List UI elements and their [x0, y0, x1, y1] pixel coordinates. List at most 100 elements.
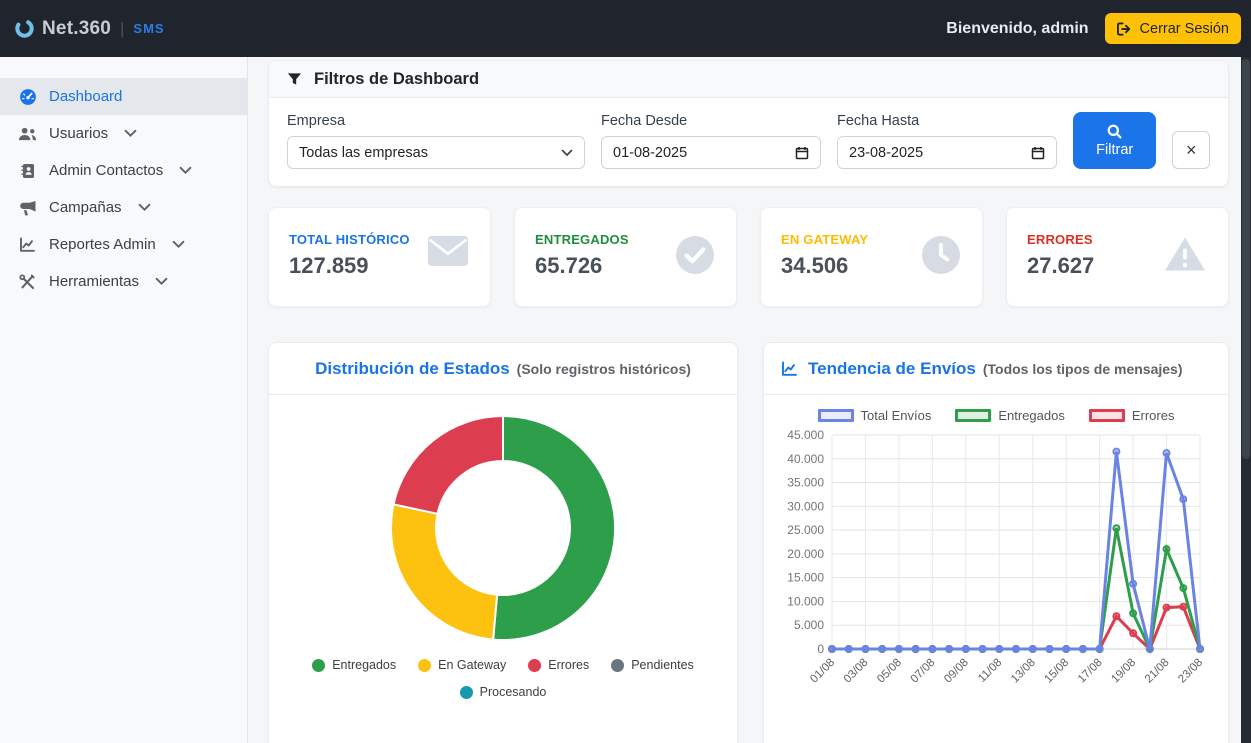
trend-point[interactable] [1130, 581, 1136, 587]
trend-point[interactable] [1080, 646, 1086, 652]
trend-point[interactable] [1063, 646, 1069, 652]
sidebar-item-dashboard[interactable]: Dashboard [0, 78, 247, 115]
send-trend-title: Tendencia de Envíos [808, 359, 976, 379]
stat-value: 65.726 [535, 253, 629, 279]
legend-item-procesando[interactable]: Procesando [460, 685, 547, 699]
legend-item-total-envios[interactable]: Total Envíos [818, 408, 932, 423]
stat-card-entregados: ENTREGADOS 65.726 [514, 207, 737, 307]
address-book-icon [18, 163, 37, 179]
trend-point[interactable] [862, 646, 868, 652]
stat-value: 127.859 [289, 253, 410, 279]
fecha-hasta-input[interactable]: 23-08-2025 [837, 136, 1057, 169]
trend-point[interactable] [1130, 610, 1136, 616]
fecha-desde-label: Fecha Desde [601, 113, 821, 129]
trend-point[interactable] [1046, 646, 1052, 652]
trend-point[interactable] [829, 646, 835, 652]
trend-point[interactable] [896, 646, 902, 652]
brand[interactable]: Net.360 | SMS [14, 18, 165, 40]
trend-point[interactable] [1013, 646, 1019, 652]
chart-line-icon [781, 361, 798, 377]
trend-point[interactable] [1180, 604, 1186, 610]
trend-point[interactable] [1197, 646, 1203, 652]
brand-name: Net.360 [42, 18, 111, 40]
donut-slice-errores[interactable] [394, 416, 503, 514]
donut-legend: Entregados En Gateway Errores Pendientes… [269, 658, 737, 699]
trend-point[interactable] [963, 646, 969, 652]
sidebar-item-herramientas[interactable]: Herramientas [0, 263, 247, 300]
sidebar-item-usuarios[interactable]: Usuarios [0, 115, 247, 152]
trend-point[interactable] [1180, 496, 1186, 502]
legend-color-dot [418, 659, 431, 672]
send-trend-subtitle: (Todos los tipos de mensajes) [983, 361, 1183, 377]
legend-item-errores[interactable]: Errores [1089, 408, 1175, 423]
trend-point[interactable] [1147, 646, 1153, 652]
svg-text:01/08: 01/08 [808, 657, 837, 686]
trend-point[interactable] [1130, 630, 1136, 636]
empresa-select[interactable]: Todas las empresas [287, 136, 585, 169]
trend-point[interactable] [1113, 613, 1119, 619]
trend-point[interactable] [1163, 605, 1169, 611]
stat-card-errores: ERRORES 27.627 [1006, 207, 1229, 307]
funnel-icon [287, 72, 302, 86]
trend-point[interactable] [946, 646, 952, 652]
sidebar-item-label: Admin Contactos [49, 162, 163, 179]
logout-button[interactable]: Cerrar Sesión [1105, 13, 1241, 44]
filters-header: Filtros de Dashboard [269, 61, 1228, 98]
trend-point[interactable] [1163, 546, 1169, 552]
fecha-desde-input[interactable]: 01-08-2025 [601, 136, 821, 169]
trend-point[interactable] [846, 646, 852, 652]
trend-point[interactable] [1097, 646, 1103, 652]
empresa-selected-value: Todas las empresas [299, 145, 428, 161]
sidebar-item-label: Usuarios [49, 125, 108, 142]
send-trend-header: Tendencia de Envíos (Todos los tipos de … [764, 343, 1228, 395]
trend-point[interactable] [1163, 450, 1169, 456]
trend-point[interactable] [913, 646, 919, 652]
legend-item-entregados[interactable]: Entregados [312, 658, 396, 672]
trend-point[interactable] [996, 646, 1002, 652]
donut-slice-entregados[interactable] [493, 416, 615, 640]
tools-icon [18, 274, 37, 290]
chevron-down-icon [124, 129, 137, 138]
trend-point[interactable] [879, 646, 885, 652]
svg-text:15.000: 15.000 [787, 571, 824, 585]
svg-text:35.000: 35.000 [787, 476, 824, 490]
legend-item-pendientes[interactable]: Pendientes [611, 658, 694, 672]
stat-card-text: TOTAL HISTÓRICO 127.859 [289, 232, 410, 279]
trend-point[interactable] [1113, 525, 1119, 531]
empresa-field: Empresa Todas las empresas [287, 113, 585, 169]
svg-text:05/08: 05/08 [875, 657, 904, 686]
trend-point[interactable] [1180, 585, 1186, 591]
trend-point[interactable] [1030, 646, 1036, 652]
clear-filters-button[interactable]: × [1172, 131, 1210, 169]
legend-label: En Gateway [438, 658, 506, 672]
legend-item-errores[interactable]: Errores [528, 658, 589, 672]
filtrar-button[interactable]: Filtrar [1073, 112, 1156, 169]
svg-text:25.000: 25.000 [787, 523, 824, 537]
sidebar-item-admin-contactos[interactable]: Admin Contactos [0, 152, 247, 189]
brand-subtitle: SMS [133, 21, 164, 36]
legend-item-entregados[interactable]: Entregados [955, 408, 1065, 423]
svg-text:5.000: 5.000 [794, 618, 824, 632]
donut-slice-en-gateway[interactable] [391, 504, 497, 639]
send-trend-card: Tendencia de Envíos (Todos los tipos de … [763, 342, 1229, 743]
donut-chart [269, 410, 737, 646]
sidebar-item-label: Reportes Admin [49, 236, 156, 253]
status-distribution-subtitle: (Solo registros históricos) [517, 361, 691, 377]
trend-line-chart: 05.00010.00015.00020.00025.00030.00035.0… [764, 423, 1228, 726]
fecha-hasta-value: 23-08-2025 [849, 145, 923, 161]
svg-text:09/08: 09/08 [942, 657, 971, 686]
svg-text:23/08: 23/08 [1176, 657, 1205, 686]
trend-point[interactable] [979, 646, 985, 652]
page-scrollbar[interactable] [1241, 57, 1251, 743]
charts-row: Distribución de Estados (Solo registros … [268, 342, 1229, 743]
trend-point[interactable] [929, 646, 935, 652]
legend-item-en-gateway[interactable]: En Gateway [418, 658, 506, 672]
sidebar: Dashboard Usuarios Admin Contactos Campañas… [0, 57, 248, 743]
sidebar-item-campanas[interactable]: Campañas [0, 189, 247, 226]
search-icon [1107, 124, 1122, 139]
trend-point[interactable] [1113, 449, 1119, 455]
svg-text:15/08: 15/08 [1042, 657, 1071, 686]
scrollbar-thumb[interactable] [1242, 59, 1250, 459]
sidebar-item-reportes-admin[interactable]: Reportes Admin [0, 226, 247, 263]
svg-text:13/08: 13/08 [1009, 657, 1038, 686]
